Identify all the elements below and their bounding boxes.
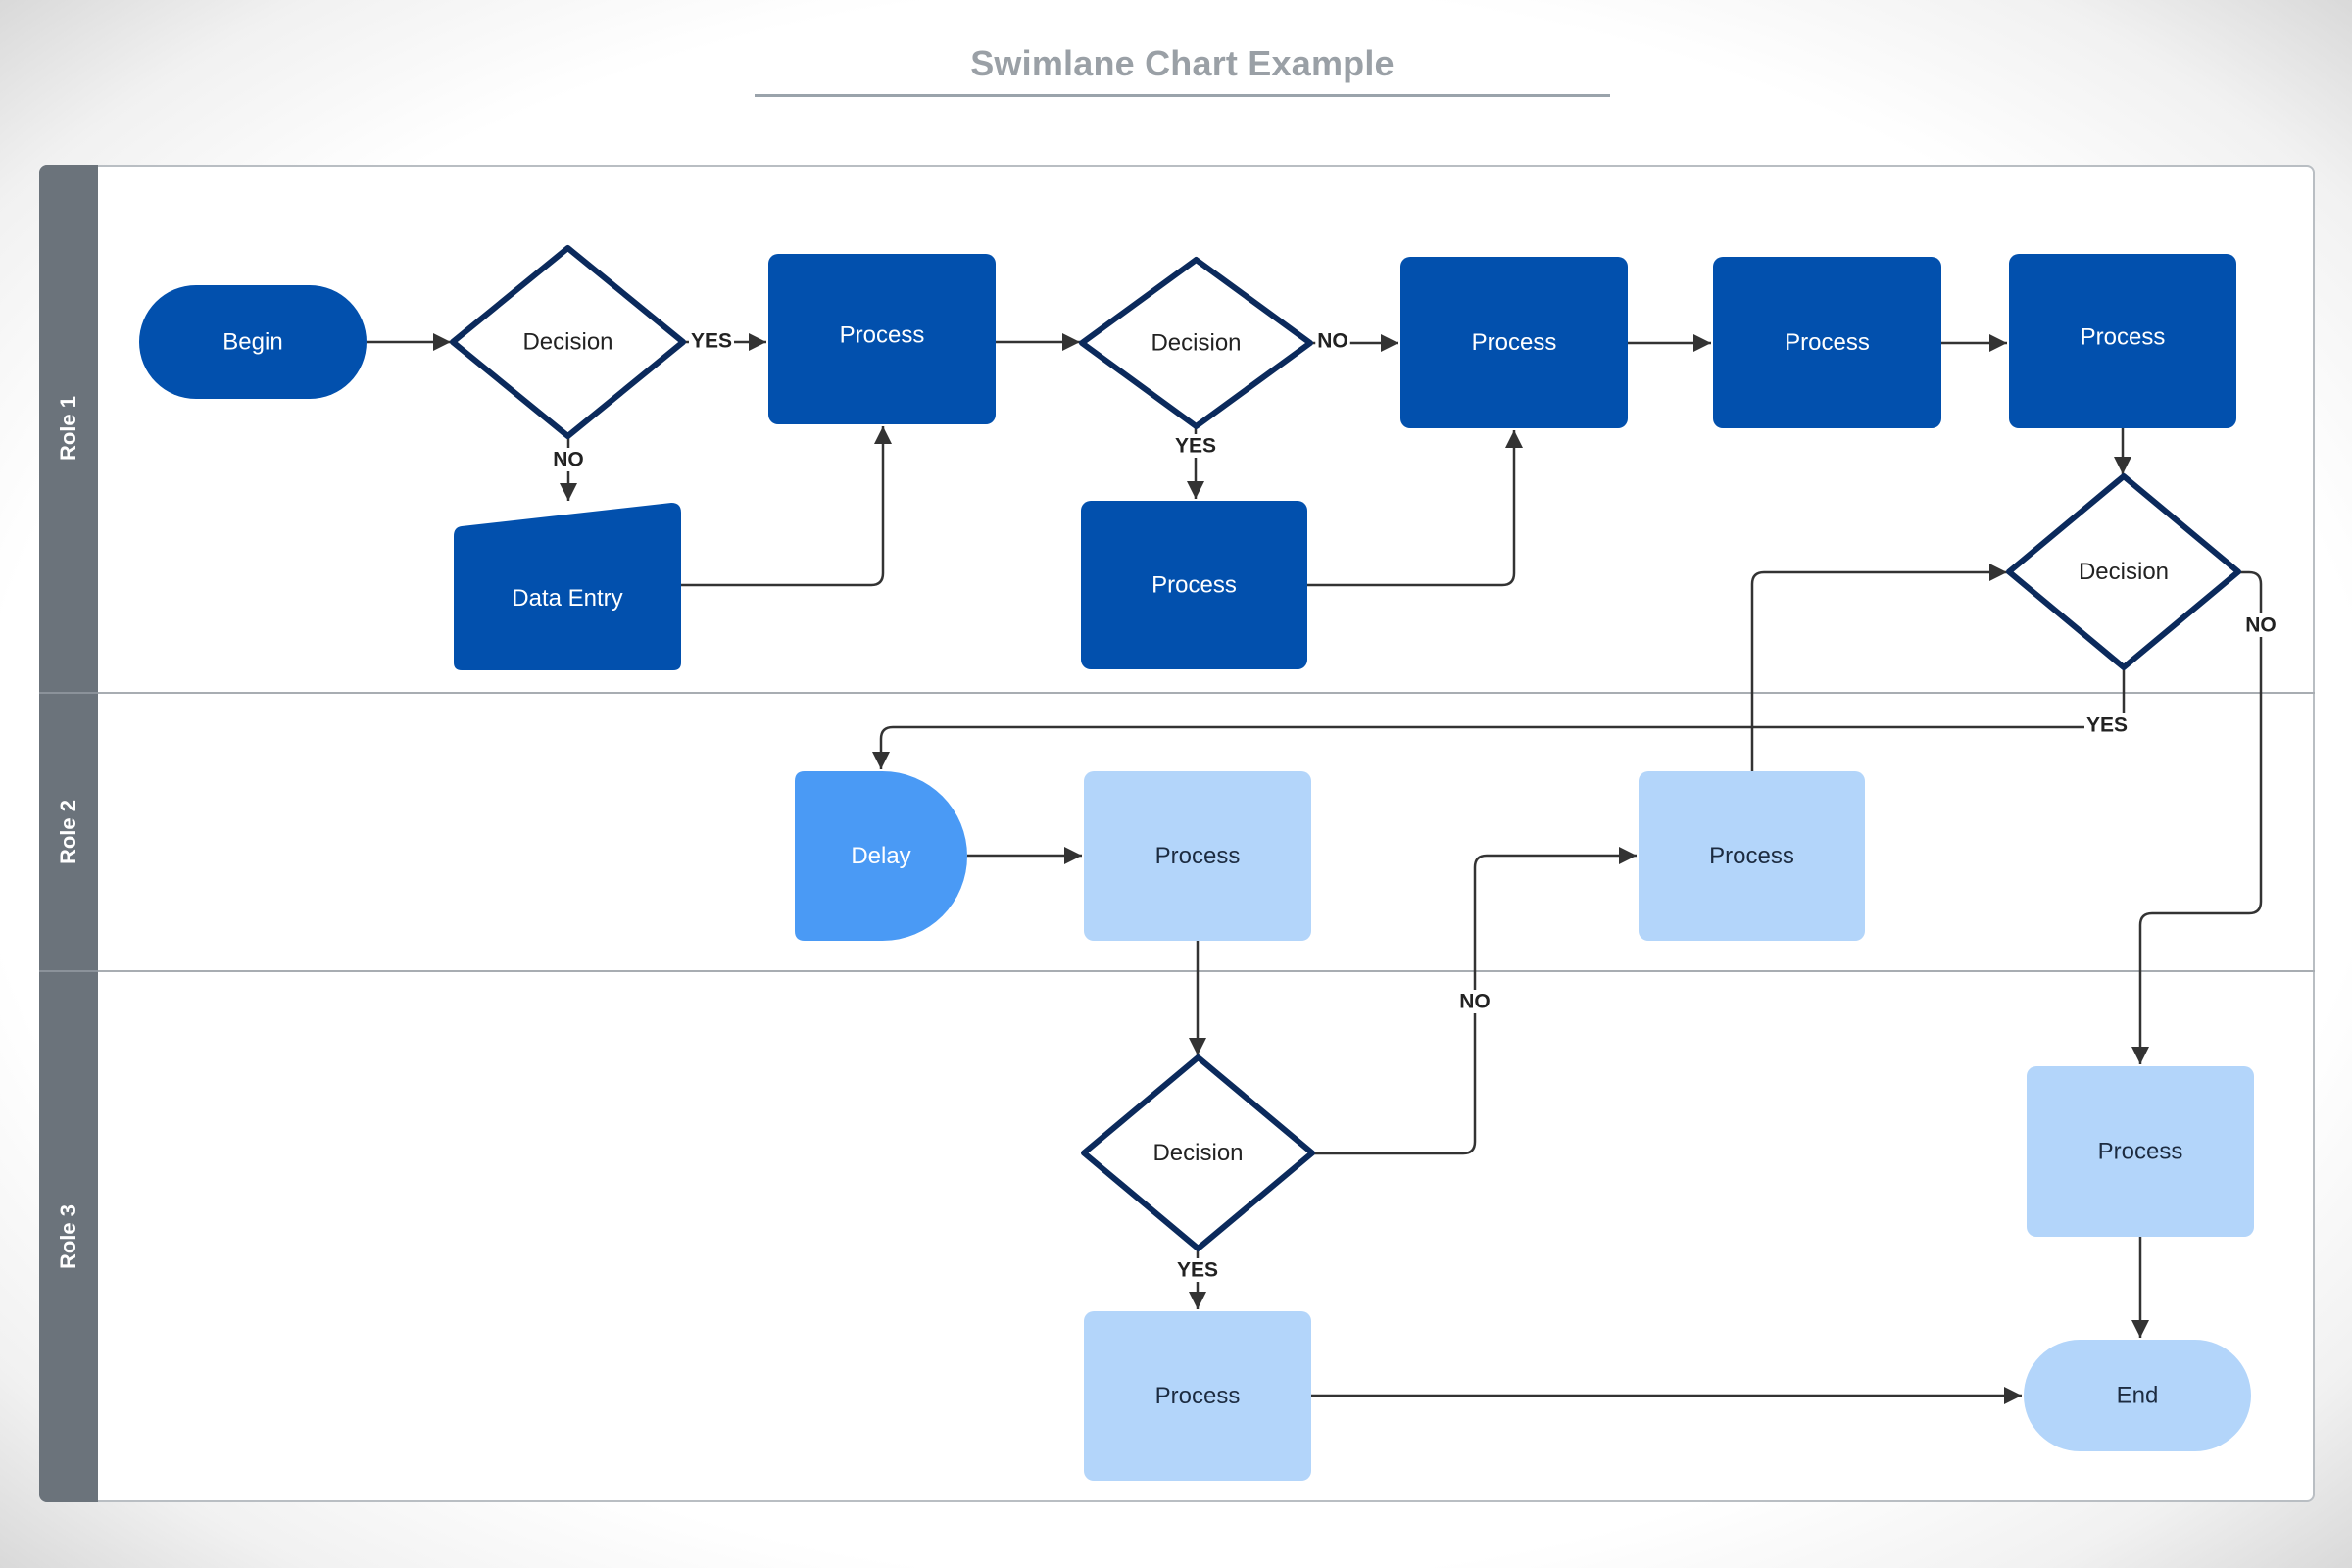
connector-arrow [1750, 564, 2007, 771]
edge-label-no: NO [1459, 991, 1491, 1013]
connector-arrow [872, 667, 2126, 769]
node-decision-decision4[interactable]: Decision [1081, 1054, 1315, 1251]
node-terminator-begin[interactable]: Begin [139, 285, 367, 399]
node-label: Process [1155, 843, 1241, 869]
node-decision-decision2[interactable]: Decision [1079, 257, 1313, 429]
edge-label-yes: YES [1177, 1259, 1218, 1282]
node-label: Begin [222, 329, 282, 356]
node-label: Process [1785, 329, 1870, 356]
connector-arrow [2132, 570, 2263, 1064]
node-process-process_r3a[interactable]: Process [1084, 1311, 1311, 1481]
node-process-process3[interactable]: Process [1713, 257, 1941, 428]
connector-arrow [1307, 430, 1523, 587]
node-label: End [2117, 1383, 2159, 1409]
node-label: Process [1709, 843, 1794, 869]
connector-arrow [681, 426, 892, 587]
edge-label-yes: YES [691, 330, 732, 353]
node-label: Decision [522, 329, 612, 356]
node-label: Process [1472, 329, 1557, 356]
node-decision-decision3[interactable]: Decision [2006, 473, 2241, 670]
node-process-process_r3b[interactable]: Process [2027, 1066, 2254, 1237]
edge-label-no: NO [1317, 330, 1348, 353]
node-delay-delay[interactable]: Delay [795, 771, 967, 941]
node-label: Process [1152, 572, 1237, 599]
node-process-process_yes[interactable]: Process [1081, 501, 1307, 669]
node-label: Decision [1152, 1140, 1243, 1166]
node-label: Delay [851, 843, 910, 869]
node-manual-input-data_entry[interactable]: Data Entry [454, 503, 681, 670]
flow-diagram: Begin Decision Process Data Entry Decision Pr… [139, 245, 2278, 1481]
edge-label-yes: YES [2086, 714, 2128, 737]
node-label: Data Entry [512, 585, 622, 612]
connectors [367, 333, 2263, 1404]
node-process-process1[interactable]: Process [768, 254, 996, 424]
node-label: Decision [1151, 330, 1241, 357]
node-process-process2[interactable]: Process [1400, 257, 1628, 428]
node-label: Decision [2079, 559, 2169, 585]
node-label: Process [1155, 1383, 1241, 1409]
node-label: Process [840, 322, 925, 349]
node-decision-decision1[interactable]: Decision [450, 245, 686, 439]
node-label: Process [2098, 1139, 2183, 1165]
node-process-process_r2b[interactable]: Process [1639, 771, 1865, 941]
edge-label-no: NO [553, 449, 584, 471]
node-process-process4[interactable]: Process [2009, 254, 2236, 428]
edge-label-no: NO [2245, 614, 2277, 637]
node-terminator-end[interactable]: End [2024, 1340, 2251, 1451]
edge-label-yes: YES [1175, 435, 1216, 458]
node-process-process_r2a[interactable]: Process [1084, 771, 1311, 941]
node-label: Process [2081, 324, 2166, 351]
